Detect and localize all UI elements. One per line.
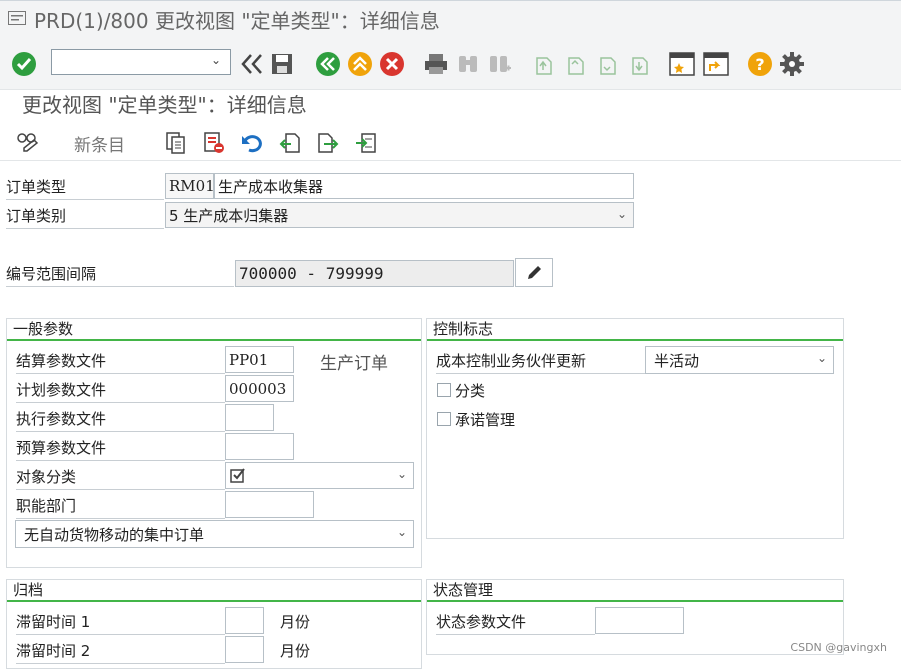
watermark: CSDN @gavingxh [790,641,887,654]
object-class-label: 对象分类 [16,466,225,490]
checkbox-list-icon [230,467,245,483]
order-category-label: 订单类别 [6,205,164,229]
print-icon[interactable] [422,50,450,78]
number-range-label: 编号范围间隔 [6,263,234,287]
help-icon[interactable]: ? [746,50,774,78]
commitment-mgmt-checkbox[interactable] [437,412,451,426]
budget-profile-label: 预算参数文件 [16,437,225,461]
object-class-select[interactable]: ⌄ [225,462,414,489]
shortcut-icon[interactable] [702,50,730,78]
chevron-down-icon: ⌄ [616,207,627,221]
check-icon[interactable] [10,50,38,78]
planning-profile-field[interactable]: 000003 [225,375,294,402]
delete-icon[interactable] [202,131,226,155]
previous-entry-icon[interactable] [278,131,302,155]
find-icon[interactable] [454,50,482,78]
classification-label: 分类 [455,382,486,400]
last-page-icon[interactable] [626,50,654,78]
execution-profile-field[interactable] [225,404,274,431]
residence-time-1-unit: 月份 [280,613,311,631]
chevron-down-icon: ⌄ [816,351,827,365]
back-double-chevron-icon[interactable] [238,50,266,78]
partner-update-label: 成本控制业务伙伴更新 [436,350,645,374]
copy-icon[interactable] [164,131,188,155]
classification-checkbox[interactable] [437,383,451,397]
commitment-mgmt-label: 承诺管理 [455,411,516,429]
budget-profile-field[interactable] [225,433,294,460]
residence-time-2-field[interactable] [225,636,264,663]
number-range-value: 700000 - 799999 [235,260,514,287]
residence-time-1-field[interactable] [225,607,264,634]
find-next-icon[interactable] [486,50,514,78]
next-entry-icon[interactable] [316,131,340,155]
settlement-profile-label: 结算参数文件 [16,350,225,374]
functional-area-label: 职能部门 [16,495,225,519]
display-change-icon[interactable] [16,130,40,154]
partner-update-select[interactable]: 半活动 ⌄ [645,346,834,374]
planning-profile-label: 计划参数文件 [16,379,225,403]
status-mgmt-title: 状态管理 [427,580,843,602]
cancel-icon[interactable] [378,50,406,78]
residence-time-2-label: 滞留时间 2 [16,640,225,664]
status-profile-field[interactable] [595,607,684,634]
save-icon[interactable] [268,50,296,78]
goods-movement-select[interactable]: 无自动货物移动的集中订单 ⌄ [15,520,414,548]
settlement-profile-description: 生产订单 [320,354,388,374]
archiving-title: 归档 [7,580,421,602]
general-params-title: 一般参数 [7,319,421,341]
prev-page-icon[interactable] [562,50,590,78]
order-type-label: 订单类型 [6,176,164,200]
chevron-down-icon: ⌄ [396,467,407,481]
order-category-value: 5 生产成本归集器 [169,206,289,225]
control-indicators-title: 控制标志 [427,319,843,341]
order-category-select[interactable]: 5 生产成本归集器 ⌄ [165,202,634,228]
residence-time-1-label: 滞留时间 1 [16,611,225,635]
settings-icon[interactable] [778,50,806,78]
undo-icon[interactable] [240,131,264,155]
svg-text:?: ? [755,55,764,74]
execution-profile-label: 执行参数文件 [16,408,225,432]
settlement-profile-field[interactable]: PP01 [225,346,294,373]
pencil-icon [528,265,541,279]
new-entries-button[interactable]: 新条目 [74,131,125,156]
status-profile-label: 状态参数文件 [436,611,595,635]
window-menu-icon[interactable] [8,11,26,25]
functional-area-field[interactable] [225,491,314,518]
edit-number-range-button[interactable] [515,258,553,287]
back-icon[interactable] [314,50,342,78]
order-type-code: RM01 [165,173,215,199]
first-page-icon[interactable] [530,50,558,78]
select-entry-icon[interactable] [354,131,378,155]
goods-movement-value: 无自动货物移动的集中订单 [24,525,205,544]
divider [0,160,901,161]
chevron-down-icon[interactable]: ⌄ [211,53,221,67]
partner-update-value: 半活动 [654,351,700,370]
window-title: PRD(1)/800 更改视图 "定单类型"：详细信息 [34,9,440,33]
exit-icon[interactable] [346,50,374,78]
next-page-icon[interactable] [594,50,622,78]
command-field[interactable] [51,49,231,75]
order-type-description-field[interactable]: 生产成本收集器 [214,173,634,199]
new-session-icon[interactable] [668,50,696,78]
page-title: 更改视图 "定单类型"：详细信息 [22,93,307,117]
residence-time-2-unit: 月份 [280,642,311,660]
chevron-down-icon: ⌄ [396,525,407,539]
